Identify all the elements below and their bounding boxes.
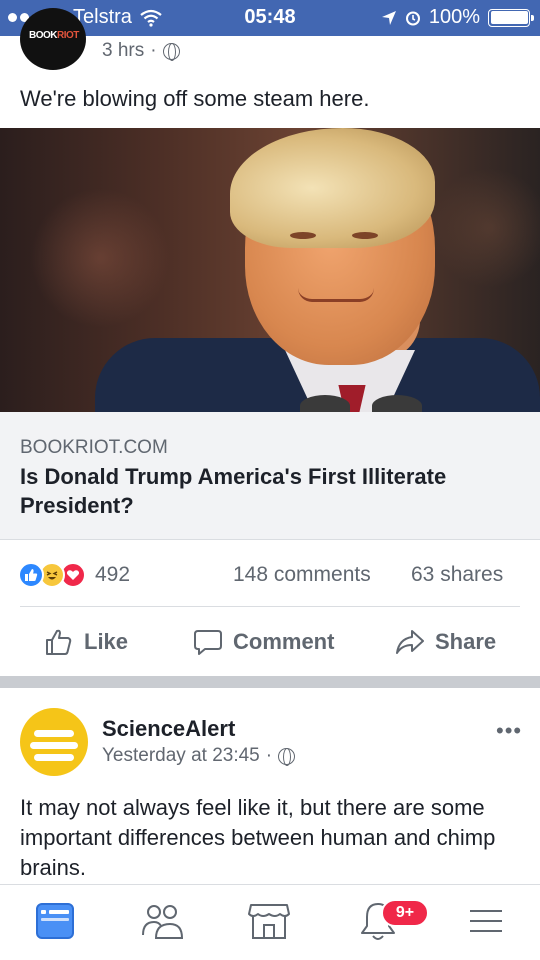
post-options-button[interactable]: ••• <box>496 718 522 744</box>
reaction-count: 492 <box>95 563 131 586</box>
share-label: Share <box>435 629 497 654</box>
tab-friends[interactable] <box>140 899 184 943</box>
comments-count[interactable]: 148 comments <box>233 563 371 587</box>
photo-microphone <box>300 395 350 412</box>
link-domain: BOOKRIOT.COM <box>20 437 168 458</box>
news-feed-icon <box>36 903 74 939</box>
avatar-logo-stripe <box>34 754 74 761</box>
post-text: It may not always feel like it, but ther… <box>20 795 496 880</box>
notifications-badge: 9+ <box>381 899 429 927</box>
like-button[interactable]: Like <box>44 622 128 662</box>
time-separator: · <box>265 745 273 766</box>
shares-count[interactable]: 63 shares <box>411 563 503 587</box>
link-title: Is Donald Trump America's First Illitera… <box>20 464 447 518</box>
post-time-text: Yesterday at 23:45 <box>102 745 260 766</box>
globe-icon <box>278 747 296 766</box>
facebook-feed-screen: Telstra 05:48 100% BOOKRIOT 3 hrs · We'r… <box>0 0 540 960</box>
photo-eye <box>352 232 378 239</box>
post-timestamp[interactable]: Yesterday at 23:45 · <box>102 745 296 767</box>
avatar-logo-stripe <box>34 730 74 737</box>
photo-eye <box>290 232 316 239</box>
photo-microphone <box>372 395 422 412</box>
friends-icon <box>142 905 184 939</box>
thumbs-up-icon <box>46 629 72 655</box>
like-reaction-icon <box>18 562 44 588</box>
comment-label: Comment <box>233 629 335 654</box>
share-button[interactable]: Share <box>395 622 496 662</box>
like-label: Like <box>84 629 129 654</box>
photo-hair <box>230 128 435 248</box>
comment-bubble-icon <box>194 630 222 655</box>
marketplace-icon <box>248 904 290 939</box>
divider <box>20 606 520 607</box>
bottom-tab-bar: 9+ <box>0 884 540 960</box>
photo-smile <box>298 288 374 302</box>
tab-marketplace[interactable] <box>247 899 291 943</box>
post-author-name[interactable]: ScienceAlert <box>102 716 235 742</box>
hamburger-menu-icon <box>470 910 502 932</box>
link-photo-subject <box>0 0 540 412</box>
share-arrow-icon <box>396 630 424 654</box>
comment-button[interactable]: Comment <box>193 622 334 662</box>
link-preview-caption[interactable]: BOOKRIOT.COM Is Donald Trump America's F… <box>0 412 540 540</box>
avatar-logo-stripe <box>30 742 78 749</box>
feed-separator <box>0 676 540 688</box>
tab-news-feed[interactable] <box>33 899 77 943</box>
reactions-summary[interactable]: 492 <box>18 562 130 588</box>
sciencealert-avatar[interactable] <box>20 708 88 776</box>
tab-menu[interactable] <box>464 899 508 943</box>
